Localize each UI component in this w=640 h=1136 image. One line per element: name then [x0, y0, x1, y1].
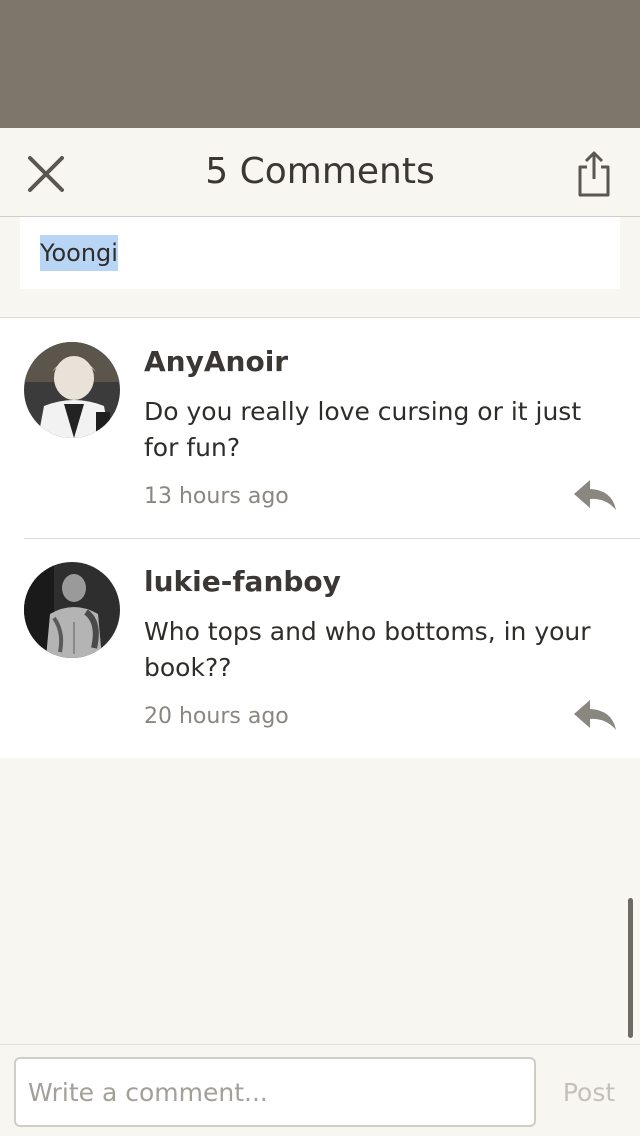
comment-item: lukie-fanboy Who tops and who bottoms, i…: [0, 538, 640, 757]
page-title: 5 Comments: [205, 151, 435, 192]
reply-button[interactable]: [572, 478, 624, 518]
reply-icon: [574, 480, 616, 510]
quoted-text: Yoongi: [40, 235, 118, 271]
comments-header: 5 Comments: [0, 128, 640, 217]
post-button[interactable]: Post: [546, 1057, 632, 1127]
share-icon: [578, 151, 610, 197]
scrollbar[interactable]: [628, 898, 633, 1038]
comment-item: AnyAnoir Do you really love cursing or i…: [0, 318, 640, 537]
comment-text: Who tops and who bottoms, in your book??: [144, 617, 591, 682]
comment-timestamp: 13 hours ago: [144, 484, 289, 509]
comment-composer: Post: [0, 1044, 640, 1136]
comment-text: Do you really love cursing or it just fo…: [144, 397, 582, 462]
reply-icon: [574, 700, 616, 730]
dimmed-backdrop[interactable]: [0, 0, 640, 128]
reply-button[interactable]: [572, 698, 624, 738]
comment-list: AnyAnoir Do you really love cursing or i…: [0, 317, 640, 758]
comment-author[interactable]: AnyAnoir: [144, 342, 288, 382]
avatar[interactable]: [24, 342, 120, 438]
comment-input[interactable]: [14, 1057, 536, 1127]
comment-author[interactable]: lukie-fanboy: [144, 562, 341, 602]
share-button[interactable]: [570, 146, 618, 202]
user-avatar-image: [24, 342, 120, 438]
comment-timestamp: 20 hours ago: [144, 704, 289, 729]
avatar[interactable]: [24, 562, 120, 658]
user-avatar-image: [24, 562, 120, 658]
quoted-passage-area: Yoongi: [0, 217, 640, 309]
quoted-passage: Yoongi: [20, 217, 620, 289]
